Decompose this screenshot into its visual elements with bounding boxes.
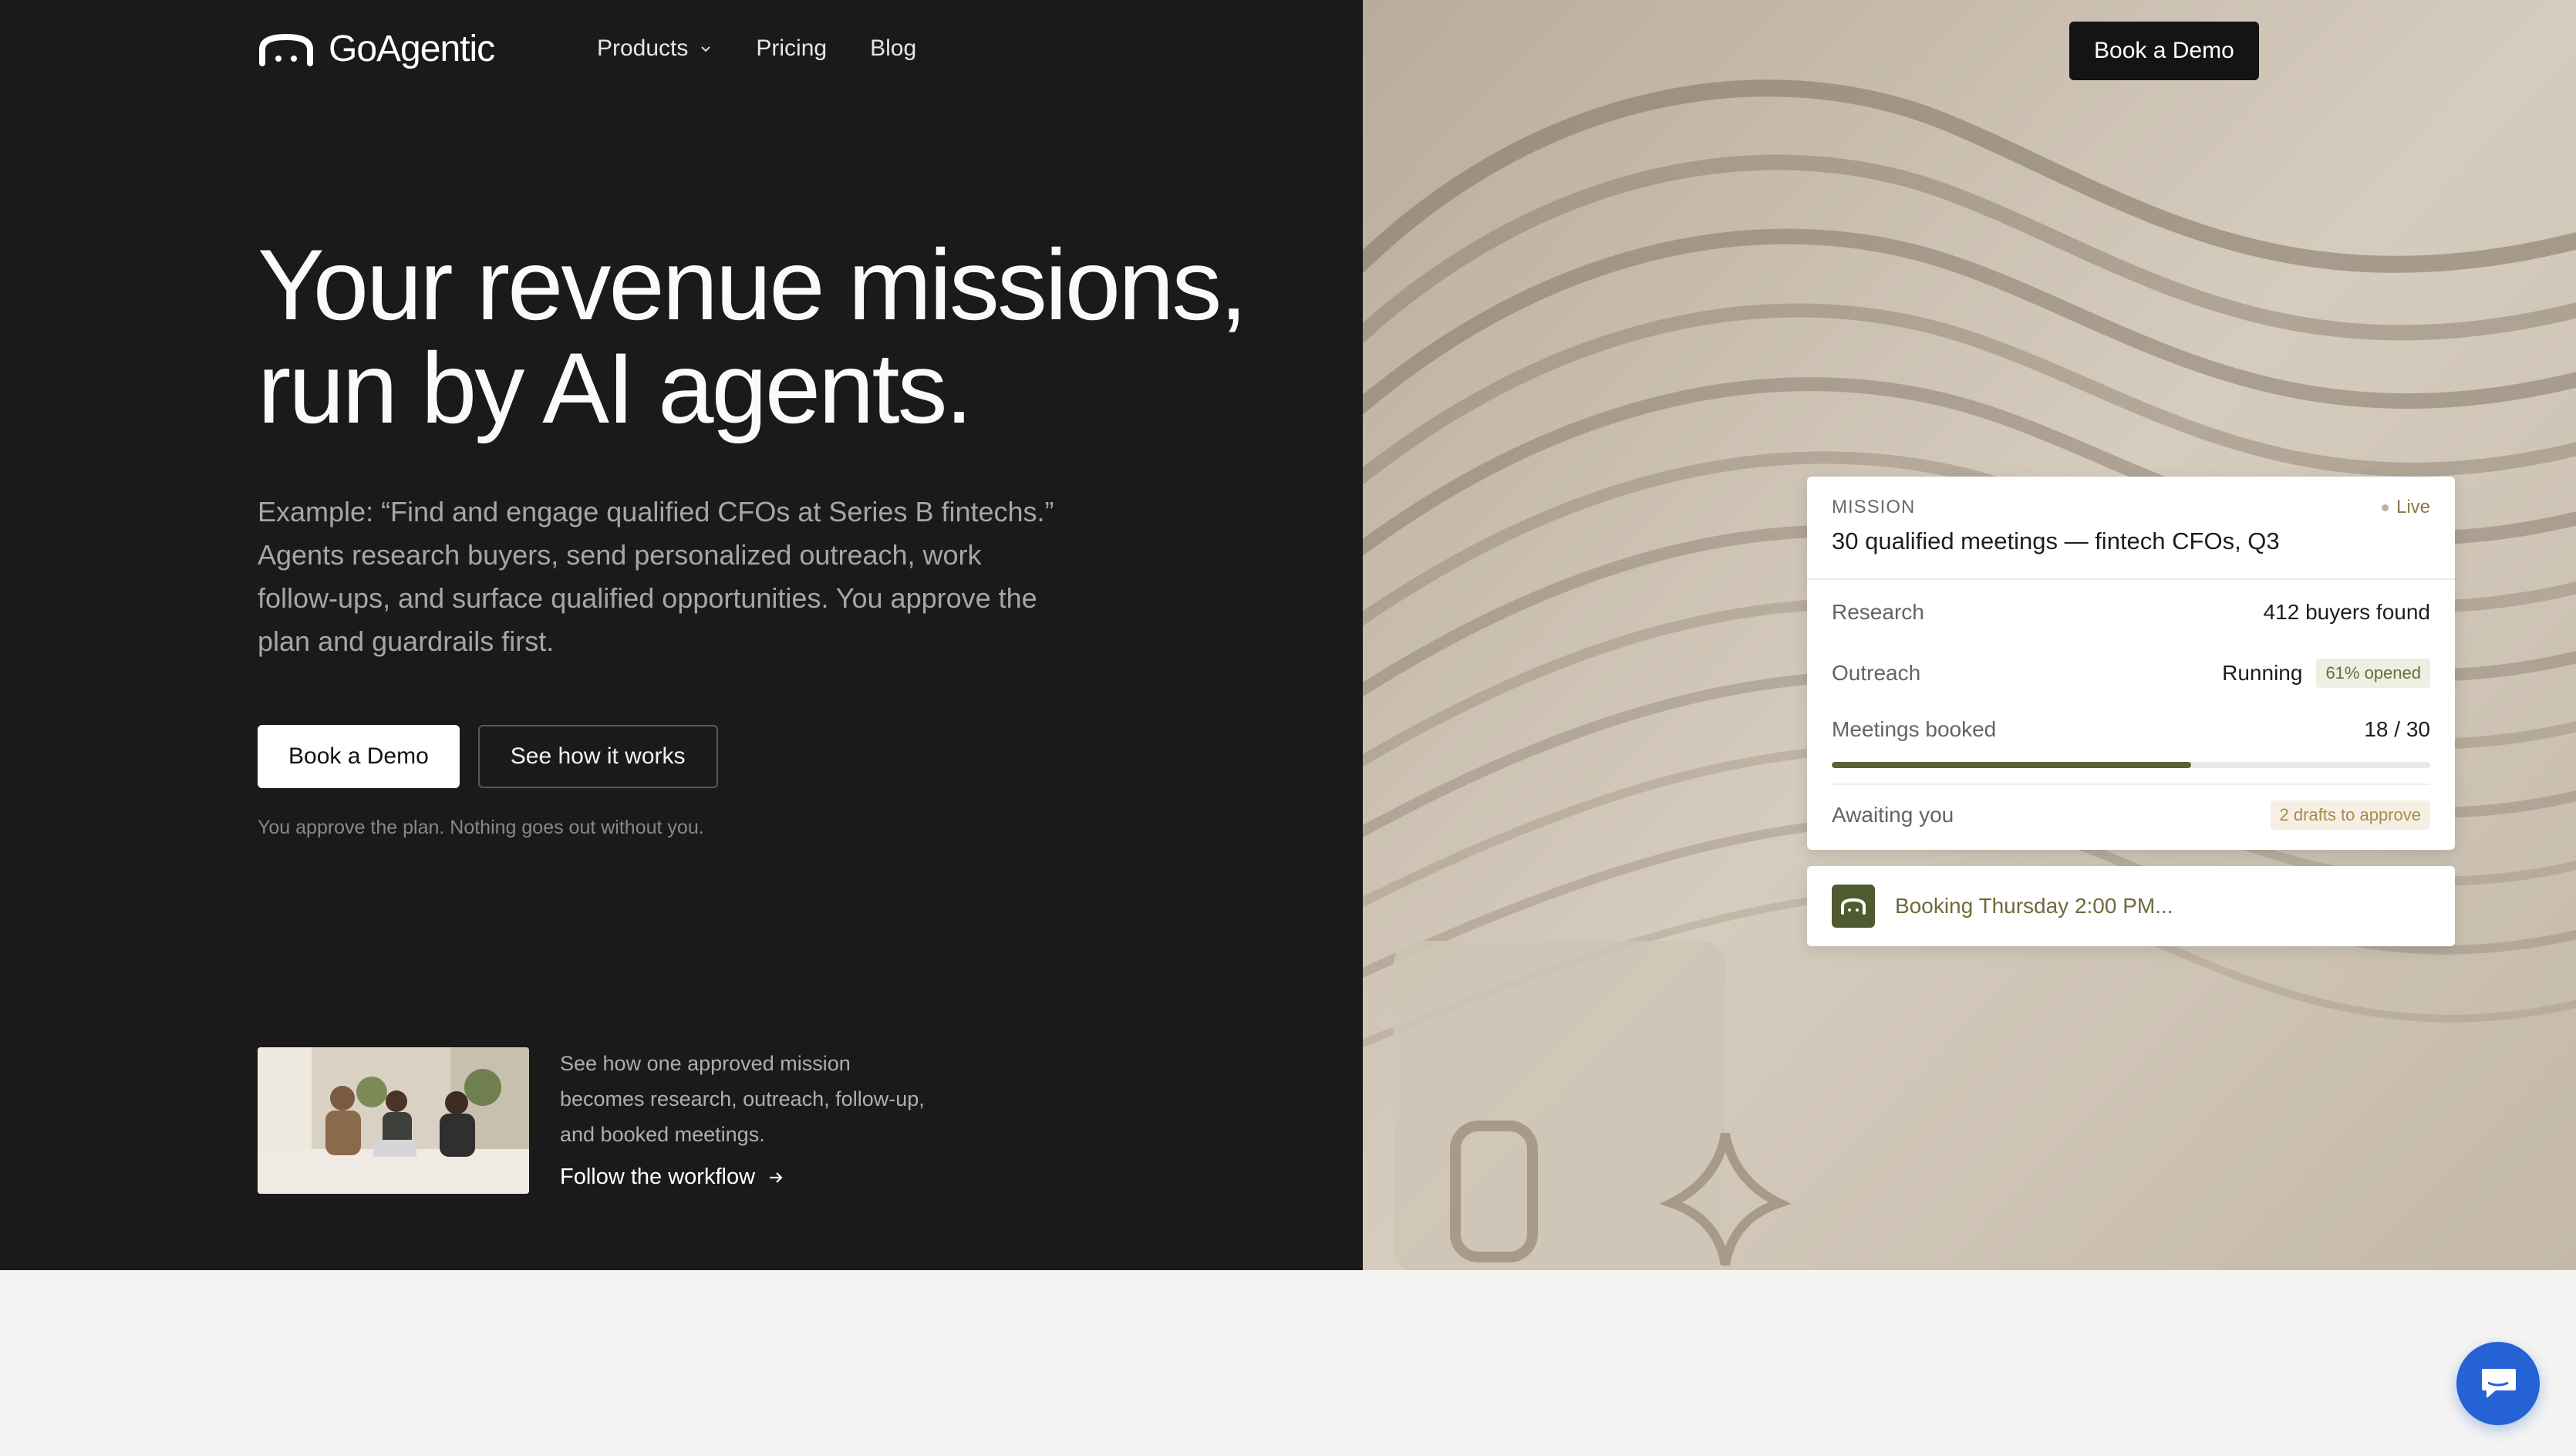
follow-workflow-label: Follow the workflow: [560, 1164, 756, 1189]
meeting-photo: [258, 1047, 529, 1194]
live-status-label: Live: [2396, 497, 2430, 517]
outreach-label: Outreach: [1832, 661, 1921, 685]
meetings-progress-fill: [1832, 762, 2191, 768]
book-demo-button[interactable]: Book a Demo: [258, 725, 460, 788]
meetings-progress-bar: [1832, 762, 2430, 768]
hero-headline: Your revenue missions, run by AI agents.: [258, 233, 1337, 440]
outreach-row: Outreach Running 61% opened: [1832, 659, 2430, 688]
workflow-description: See how one approved mission becomes res…: [560, 1052, 925, 1146]
outreach-value-group: Running 61% opened: [2222, 659, 2430, 688]
agent-avatar: [1832, 885, 1875, 928]
booking-status-text: Booking Thursday 2:00 PM...: [1895, 894, 2173, 918]
research-row: Research 412 buyers found: [1832, 600, 2430, 625]
main-nav: Products Pricing Blog: [597, 35, 916, 62]
headline-line-1: Your revenue missions,: [258, 228, 1247, 341]
nav-blog[interactable]: Blog: [870, 35, 916, 62]
meetings-row: Meetings booked 18 / 30: [1832, 717, 2430, 742]
agent-status-card: Booking Thursday 2:00 PM...: [1807, 866, 2455, 946]
drafts-to-approve-badge[interactable]: 2 drafts to approve: [2270, 800, 2430, 830]
follow-workflow-link[interactable]: Follow the workflow: [560, 1164, 784, 1190]
nav-products-label: Products: [597, 35, 689, 61]
nav-pricing[interactable]: Pricing: [756, 35, 827, 62]
header-book-demo-button[interactable]: Book a Demo: [2069, 22, 2259, 80]
agent-logo-icon: [259, 33, 313, 66]
awaiting-label: Awaiting you: [1832, 803, 1954, 827]
hero-section: GoAgentic Products Pricing Blog Your rev…: [0, 0, 1363, 1270]
awaiting-row: Awaiting you 2 drafts to approve: [1832, 800, 2430, 830]
chevron-down-icon: [701, 46, 711, 52]
hero-cta-row: Book a Demo See how it works: [258, 725, 718, 788]
research-value: 412 buyers found: [2263, 600, 2430, 624]
workflow-video-thumbnail[interactable]: [258, 1047, 529, 1194]
chat-launcher-button[interactable]: [2456, 1342, 2540, 1425]
nav-products[interactable]: Products: [597, 35, 713, 62]
headline-line-2: run by AI agents.: [258, 332, 973, 444]
mission-card: MISSION Live 30 qualified meetings — fin…: [1807, 477, 2455, 850]
arrow-right-icon: [770, 1171, 783, 1183]
mission-title: 30 qualified meetings — fintech CFOs, Q3: [1832, 527, 2280, 554]
status-dot-icon: [2381, 504, 2389, 511]
approval-note: You approve the plan. Nothing goes out w…: [258, 817, 704, 838]
card-divider: [1832, 784, 2430, 785]
live-status: Live: [2381, 497, 2430, 518]
brand-name: GoAgentic: [329, 29, 495, 69]
chat-icon: [2482, 1369, 2516, 1398]
hero-description: Example: “Find and engage qualified CFOs…: [258, 496, 1054, 657]
research-label: Research: [1832, 600, 1924, 624]
open-rate-badge: 61% opened: [2316, 659, 2430, 688]
agent-logo-icon: [1841, 898, 1866, 915]
meetings-label: Meetings booked: [1832, 717, 1997, 741]
brand-logo[interactable]: GoAgentic: [258, 28, 495, 70]
outreach-status: Running: [2222, 661, 2303, 685]
mission-eyebrow: MISSION: [1832, 497, 1916, 517]
mission-card-header: MISSION Live 30 qualified meetings — fin…: [1807, 477, 2455, 580]
meetings-value: 18 / 30: [2364, 717, 2430, 741]
see-how-it-works-button[interactable]: See how it works: [477, 725, 718, 788]
